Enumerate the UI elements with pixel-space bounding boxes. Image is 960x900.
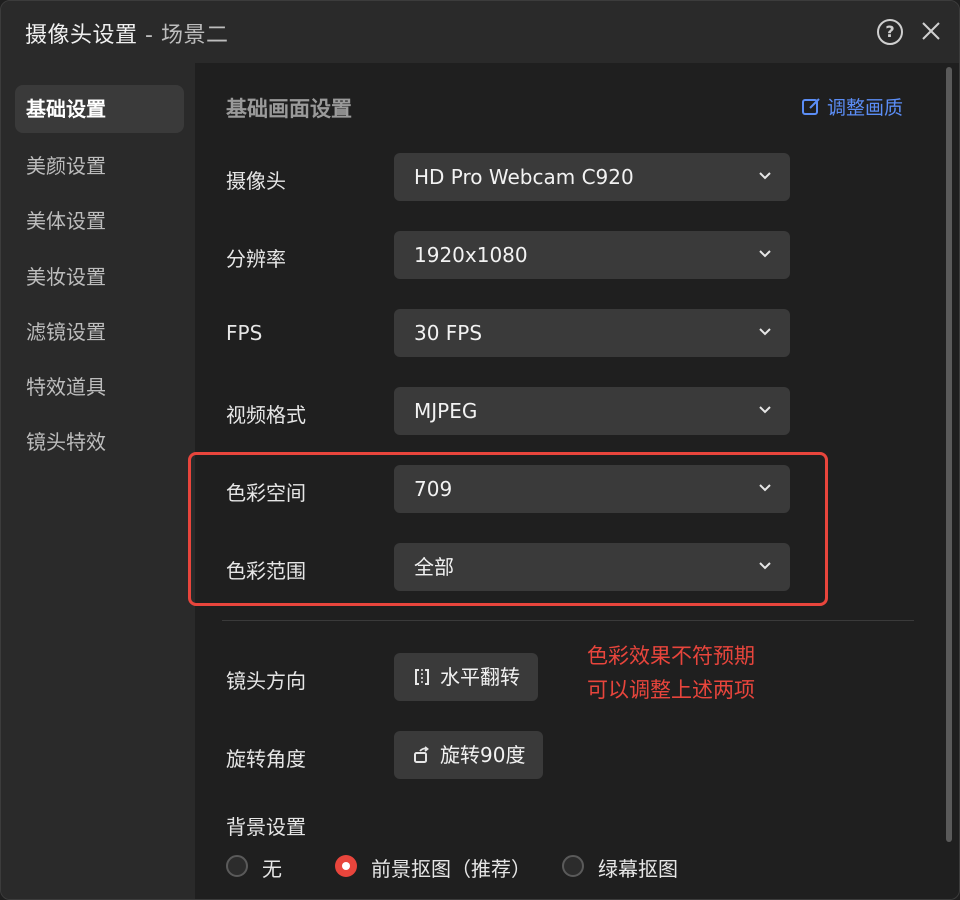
rotate-90-button[interactable]: 旋转90度 xyxy=(394,731,544,779)
adjust-quality-link[interactable]: 调整画质 xyxy=(801,93,903,120)
background-label: 背景设置 xyxy=(226,815,306,839)
annotation-note: 色彩效果不符预期 可以调整上述两项 xyxy=(587,639,755,707)
radio-none-label: 无 xyxy=(262,857,282,881)
highlight-annotation-box xyxy=(188,452,828,606)
settings-sidebar: 基础设置 美颜设置 美体设置 美妆设置 滤镜设置 特效道具 镜头特效 xyxy=(1,63,195,899)
adjust-quality-label: 调整画质 xyxy=(827,97,904,119)
divider xyxy=(222,620,914,621)
camera-settings-window: 摄像头设置 - 场景二 ? 基础设置 美颜设置 美体设置 美妆设置 滤镜设置 特… xyxy=(0,0,960,900)
chevron-down-icon xyxy=(759,406,771,414)
resolution-label: 分辨率 xyxy=(226,247,286,271)
sidebar-item-makeup[interactable]: 美妆设置 xyxy=(15,253,184,301)
radio-foreground-matting[interactable] xyxy=(335,855,357,877)
radio-none[interactable] xyxy=(226,855,248,877)
annotation-note-line-1: 色彩效果不符预期 xyxy=(587,644,755,668)
sidebar-item-lens-effects[interactable]: 镜头特效 xyxy=(15,418,184,466)
section-title: 基础画面设置 xyxy=(226,97,352,121)
camera-label: 摄像头 xyxy=(226,169,286,193)
rotate-icon xyxy=(414,746,429,763)
video-format-select[interactable]: MJPEG xyxy=(394,387,790,435)
rotation-label: 旋转角度 xyxy=(226,747,306,771)
camera-value: HD Pro Webcam C920 xyxy=(414,165,634,189)
radio-green-screen[interactable] xyxy=(562,855,584,877)
close-icon[interactable] xyxy=(917,17,945,45)
settings-content: 基础画面设置 调整画质 摄像头 HD Pro Webcam C920 分辨率 1… xyxy=(188,63,959,899)
fps-label: FPS xyxy=(226,321,263,345)
horizontal-flip-label: 水平翻转 xyxy=(440,665,520,689)
video-format-value: MJPEG xyxy=(414,399,478,423)
sidebar-item-body[interactable]: 美体设置 xyxy=(15,197,184,245)
window-title-main: 摄像头设置 xyxy=(25,23,138,48)
lens-direction-label: 镜头方向 xyxy=(226,669,306,693)
sidebar-item-basic[interactable]: 基础设置 xyxy=(15,85,184,133)
chevron-down-icon xyxy=(759,250,771,258)
resolution-value: 1920x1080 xyxy=(414,243,528,267)
radio-green-screen-label: 绿幕抠图 xyxy=(598,857,678,881)
flip-icon xyxy=(415,669,429,685)
sidebar-item-beauty[interactable]: 美颜设置 xyxy=(15,142,184,190)
horizontal-flip-button[interactable]: 水平翻转 xyxy=(394,653,538,701)
resolution-select[interactable]: 1920x1080 xyxy=(394,231,790,279)
radio-foreground-matting-label: 前景抠图（推荐） xyxy=(371,857,531,881)
fps-value: 30 FPS xyxy=(414,321,483,345)
camera-select[interactable]: HD Pro Webcam C920 xyxy=(394,153,790,201)
fps-select[interactable]: 30 FPS xyxy=(394,309,790,357)
scrollbar[interactable] xyxy=(946,67,952,842)
window-title: 摄像头设置 - 场景二 xyxy=(25,17,228,49)
sidebar-item-effects[interactable]: 特效道具 xyxy=(15,363,184,411)
annotation-note-line-2: 可以调整上述两项 xyxy=(587,678,755,702)
window-title-subtitle: 场景二 xyxy=(160,23,229,48)
title-bar: 摄像头设置 - 场景二 ? xyxy=(1,1,959,63)
sidebar-item-filter[interactable]: 滤镜设置 xyxy=(15,308,184,356)
rotate-90-label: 旋转90度 xyxy=(440,743,526,767)
window-title-separator: - xyxy=(137,23,161,48)
video-format-label: 视频格式 xyxy=(226,403,306,427)
chevron-down-icon xyxy=(759,328,771,336)
help-icon[interactable]: ? xyxy=(877,19,903,45)
edit-icon xyxy=(802,97,820,115)
chevron-down-icon xyxy=(759,172,771,180)
